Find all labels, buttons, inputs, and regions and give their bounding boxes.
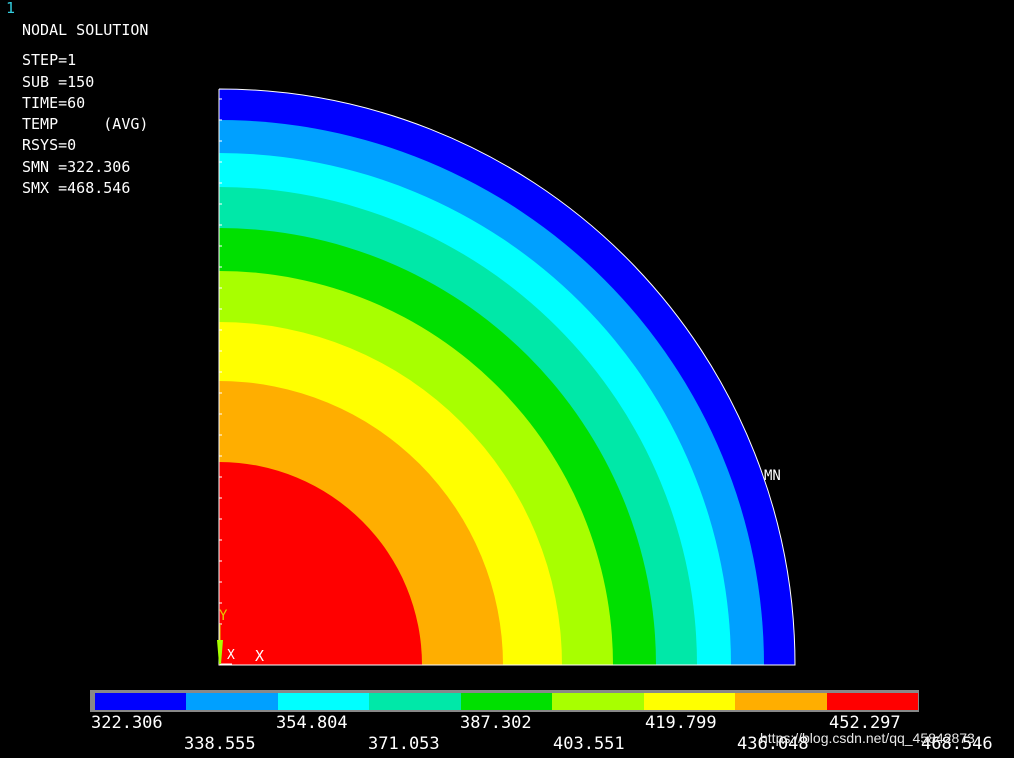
legend-label: 419.799 <box>645 713 717 733</box>
legend-label: 322.306 <box>91 713 163 733</box>
legend-swatch <box>369 693 461 710</box>
legend-swatch <box>277 693 370 710</box>
legend-label: 387.302 <box>460 713 532 733</box>
axis-y-label: Y <box>219 608 228 624</box>
min-node-label: MN <box>764 468 781 484</box>
legend-swatch <box>552 693 644 710</box>
axis-x-label: X <box>255 647 265 665</box>
legend-swatch <box>460 693 553 710</box>
legend-swatch <box>186 693 278 710</box>
axis-x-small-label: X <box>227 648 235 663</box>
legend-swatch <box>735 693 827 710</box>
legend-label: 371.053 <box>368 734 440 754</box>
color-legend-bar <box>95 693 918 710</box>
contour-plot <box>217 88 796 666</box>
legend-swatch <box>826 693 918 710</box>
contour-bands <box>219 89 795 665</box>
watermark: https://blog.csdn.net/qq_45842873 <box>760 730 975 746</box>
legend-swatch <box>95 693 187 710</box>
legend-swatch <box>643 693 736 710</box>
legend-label: 403.551 <box>553 734 625 754</box>
legend-label: 338.555 <box>184 734 256 754</box>
legend-label: 354.804 <box>276 713 348 733</box>
